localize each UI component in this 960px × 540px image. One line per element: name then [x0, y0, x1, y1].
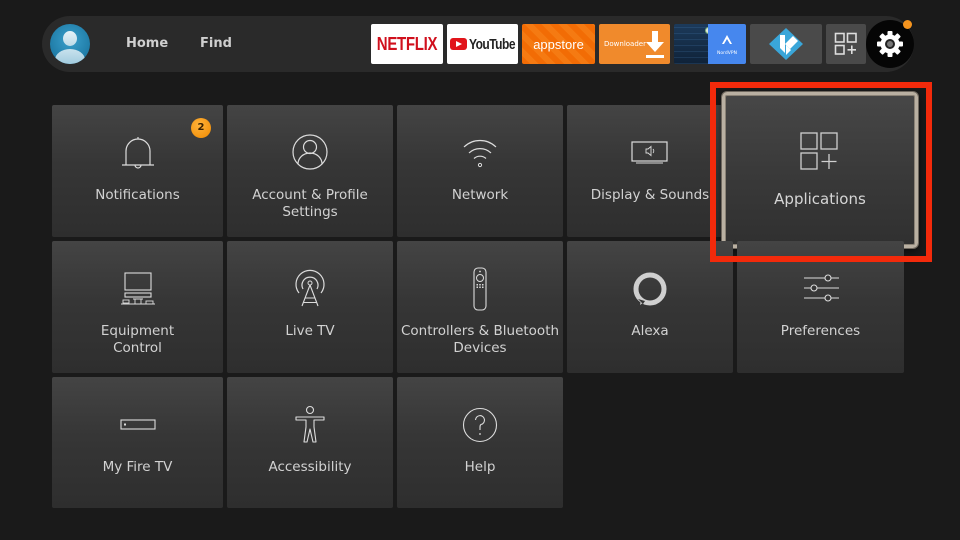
tile-label: Network — [451, 187, 509, 203]
app-youtube[interactable]: YouTube — [447, 24, 518, 64]
apps-and-channels-button[interactable] — [826, 24, 866, 64]
bell-icon — [121, 137, 154, 169]
app-downloader[interactable]: Downloader — [599, 24, 670, 64]
applications-icon — [800, 132, 838, 170]
tile-label-line2: Devices — [453, 340, 507, 356]
settings-notification-dot — [903, 20, 912, 29]
app-netflix[interactable]: NETFLIX — [371, 24, 443, 64]
tile-alexa[interactable]: Alexa — [567, 241, 733, 373]
equipment-icon — [120, 272, 155, 305]
accessibility-icon — [295, 405, 325, 443]
wifi-icon — [463, 140, 497, 168]
nordvpn-mountain-icon — [722, 35, 732, 44]
app-nordvpn[interactable]: NordVPN — [674, 24, 746, 64]
tile-account-profile-settings[interactable]: Account & Profile Settings — [227, 105, 393, 237]
appstore-logo-text: appstore — [533, 36, 584, 52]
apps-grid-plus-icon — [834, 32, 857, 55]
gear-icon — [877, 31, 903, 57]
app-kodi[interactable] — [750, 24, 822, 64]
remote-icon — [473, 267, 487, 311]
tile-applications[interactable]: Applications — [722, 92, 918, 248]
help-icon — [462, 407, 498, 443]
tile-label: My Fire TV — [102, 459, 173, 475]
fire-tv-device-icon — [119, 419, 156, 430]
tile-label-line1: Controllers & Bluetooth — [400, 323, 560, 339]
tile-accessibility[interactable]: Accessibility — [227, 377, 393, 508]
tile-display-sounds[interactable]: Display & Sounds — [567, 105, 733, 237]
tile-label: Help — [464, 459, 496, 475]
tile-my-fire-tv[interactable]: My Fire TV — [52, 377, 223, 508]
tile-label: Preferences — [780, 323, 861, 339]
profile-icon — [292, 134, 328, 170]
nav-find[interactable]: Find — [200, 36, 232, 51]
tile-label: Notifications — [95, 187, 180, 203]
tile-controllers-bluetooth[interactable]: Controllers & Bluetooth Devices — [397, 241, 563, 373]
tile-network[interactable]: Network — [397, 105, 563, 237]
downloader-logo-text: Downloader — [604, 40, 646, 48]
alexa-icon — [633, 272, 667, 306]
youtube-play-icon — [449, 38, 467, 50]
antenna-icon — [295, 269, 325, 307]
tile-label: Accessibility — [268, 459, 352, 475]
tile-preferences[interactable]: Preferences — [737, 241, 904, 373]
tile-label: Display & Sounds — [590, 187, 710, 203]
tile-notifications[interactable]: Notifications 2 — [52, 105, 223, 237]
user-avatar-body — [55, 49, 85, 64]
tile-label-line1: Equipment — [100, 323, 175, 339]
tile-label-line1: Account & Profile — [252, 187, 368, 203]
sliders-icon — [803, 274, 839, 302]
tile-equipment-control[interactable]: Equipment Control — [52, 241, 223, 373]
notification-count-badge: 2 — [191, 118, 211, 138]
profile-avatar[interactable] — [50, 24, 90, 64]
tile-label: Live TV — [285, 323, 335, 339]
nav-home[interactable]: Home — [126, 36, 168, 51]
youtube-logo-text: YouTube — [468, 35, 516, 53]
tile-label-line2: Settings — [282, 204, 338, 220]
nordvpn-logo-panel: NordVPN — [708, 24, 746, 64]
tile-live-tv[interactable]: Live TV — [227, 241, 393, 373]
nordvpn-logo-text: NordVPN — [717, 51, 737, 56]
display-sound-icon — [631, 141, 668, 164]
tile-label: Applications — [774, 190, 866, 208]
download-arrow-icon — [646, 31, 664, 58]
app-appstore[interactable]: appstore — [522, 24, 595, 64]
tile-label-line2: Control — [113, 340, 162, 356]
nordvpn-preview — [674, 24, 708, 64]
netflix-logo: NETFLIX — [376, 33, 438, 55]
tile-label: Alexa — [631, 323, 669, 339]
tile-help[interactable]: Help — [397, 377, 563, 508]
user-avatar-icon — [63, 31, 77, 46]
kodi-logo-icon — [769, 28, 803, 60]
